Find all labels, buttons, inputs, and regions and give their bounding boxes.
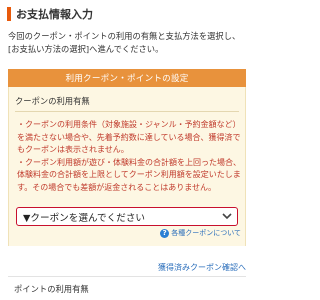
coupon-info-label: 各種クーポンについて <box>171 229 241 237</box>
coupon-notes: ・クーポンの利用条件（対象施設・ジャンル・予約金額など）を満たさない場合や、先着… <box>17 119 243 195</box>
intro-text: 今回のクーポン・ポイントの利用の有無と支払方法を選択し、 [お支払い方法の選択]… <box>8 30 248 56</box>
coupon-usage-panel: クーポンの利用有無 ・クーポンの利用条件（対象施設・ジャンル・予約金額など）を満… <box>8 87 246 246</box>
coupon-note-limit: ・クーポン利用額が遊び・体験料金の合計額を上回った場合、体験料金の合計額を上限と… <box>17 157 241 192</box>
divider <box>8 276 246 277</box>
divider <box>15 111 239 112</box>
title-accent-bar <box>7 7 11 21</box>
chevron-down-icon <box>220 210 234 224</box>
question-circle-icon: ? <box>160 228 170 238</box>
coupon-note-conditions: ・クーポンの利用条件（対象施設・ジャンル・予約金額など）を満たさない場合や、先着… <box>17 120 241 155</box>
intro-line-2: [お支払い方法の選択]へ進んでください。 <box>8 44 164 54</box>
payment-info-header: お支払情報入力 <box>7 6 247 22</box>
intro-line-1: 今回のクーポン・ポイントの利用の有無と支払方法を選択し、 <box>8 31 241 41</box>
points-usage-heading: ポイントの利用有無 <box>14 284 89 294</box>
coupon-select[interactable]: ▼クーポンを選んでください <box>16 207 238 226</box>
page-title: お支払情報入力 <box>16 8 93 21</box>
coupon-info-link[interactable]: ? 各種クーポンについて <box>160 228 241 238</box>
acquired-coupons-link[interactable]: 獲得済みクーポン確認へ <box>158 262 246 273</box>
coupon-point-settings-header: 利用クーポン・ポイントの設定 <box>8 69 246 87</box>
coupon-usage-heading: クーポンの利用有無 <box>15 96 90 106</box>
coupon-select-value: ▼クーポンを選んでください <box>23 212 146 224</box>
